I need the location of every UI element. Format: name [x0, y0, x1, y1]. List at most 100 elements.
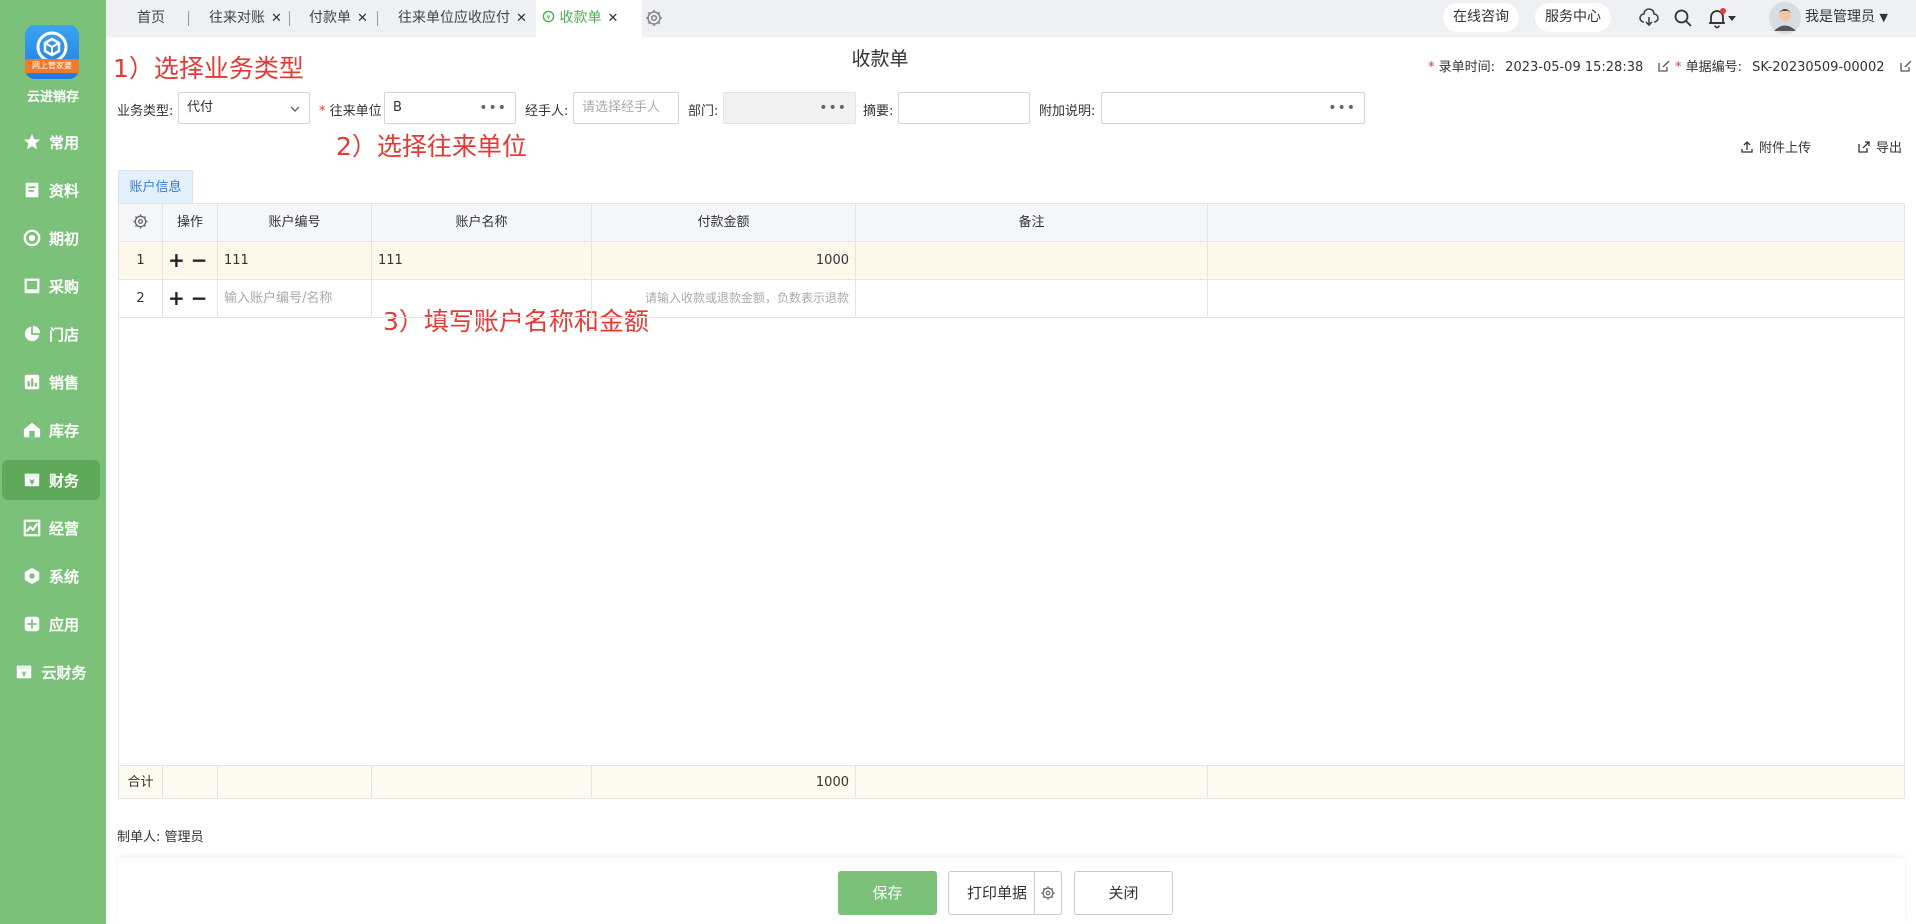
nav-label: 系统 [48, 567, 79, 586]
nav-item-sales[interactable]: 销售 [2, 362, 100, 402]
nav-label: 常用 [48, 133, 79, 152]
nav-label: 经营 [48, 519, 79, 538]
remove-row-icon[interactable]: − [191, 280, 208, 317]
more-icon[interactable]: ••• [479, 93, 507, 123]
cell-blank [1208, 242, 1904, 280]
hint-step-1: 1）选择业务类型 [113, 54, 304, 83]
summary-input[interactable] [898, 92, 1030, 124]
dept-input[interactable]: ••• [723, 92, 856, 124]
biz-type-value: 代付 [187, 100, 214, 115]
export-button[interactable]: 导出 [1857, 137, 1902, 156]
close-icon[interactable]: ✕ [357, 1, 368, 37]
nav-item-data[interactable]: 资料 [2, 170, 100, 210]
nav-item-operation[interactable]: 经营 [2, 508, 100, 548]
bar-chart-icon [24, 374, 40, 390]
tab-payment[interactable]: 付款单 ✕ [303, 0, 374, 37]
tab-reconcile[interactable]: 往来对账 ✕ [203, 0, 288, 37]
sum-cell [1208, 765, 1904, 798]
bell-icon[interactable] [1706, 7, 1728, 29]
nav-label: 云财务 [41, 663, 87, 682]
maker-label: 制单人: [117, 830, 161, 845]
nav-item-store[interactable]: 门店 [2, 314, 100, 354]
record-time-label: 录单时间: [1438, 60, 1496, 75]
tab-receipt[interactable]: ¥ 收款单 ✕ [536, 0, 642, 37]
partner-input[interactable]: B ••• [384, 92, 516, 124]
add-row-icon[interactable]: + [168, 242, 185, 279]
edit-icon[interactable] [1657, 59, 1671, 73]
target-icon [23, 229, 41, 247]
more-icon[interactable]: ••• [1328, 93, 1356, 123]
cloud-download-icon[interactable] [1638, 7, 1660, 29]
print-button[interactable]: 打印单据 [948, 871, 1062, 915]
add-row-icon[interactable]: + [168, 280, 185, 317]
nav-item-inventory[interactable]: 库存 [2, 410, 100, 450]
search-icon[interactable] [1672, 7, 1694, 29]
sum-cell [163, 765, 218, 798]
edit-icon[interactable] [1899, 59, 1913, 73]
nav-item-system[interactable]: 系统 [2, 556, 100, 596]
sum-label: 合计 [119, 765, 163, 798]
more-icon[interactable]: ••• [819, 93, 847, 123]
col-header-ops: 操作 [163, 204, 218, 242]
close-icon[interactable]: ✕ [271, 1, 282, 37]
handler-label: 经手人: [525, 104, 569, 119]
cell-account-code[interactable]: 输入账户编号/名称 [218, 280, 372, 318]
cell-account-code[interactable]: 111 [218, 242, 372, 280]
tab-label: 收款单 [559, 10, 602, 26]
cell-account-name[interactable] [372, 280, 592, 318]
close-icon[interactable]: ✕ [516, 1, 527, 37]
nav-item-finance[interactable]: ¥ 财务 [2, 460, 100, 500]
nav-label: 采购 [48, 277, 79, 296]
star-icon [23, 133, 41, 150]
attach-label: 附件上传 [1759, 141, 1812, 156]
service-center-button[interactable]: 服务中心 [1535, 3, 1611, 32]
close-button[interactable]: 关闭 [1074, 871, 1173, 915]
sum-cell [372, 765, 592, 798]
required-mark: * [1675, 60, 1682, 75]
save-button[interactable]: 保存 [838, 871, 937, 915]
tab-receivable-payable[interactable]: 往来单位应收应付 ✕ [392, 0, 533, 37]
gear-icon[interactable] [643, 7, 665, 29]
extra-input[interactable]: ••• [1101, 92, 1365, 124]
online-consult-button[interactable]: 在线咨询 [1443, 3, 1519, 32]
biz-type-label: 业务类型: [117, 104, 174, 119]
cell-amount[interactable]: 1000 [592, 242, 856, 280]
nav-label: 期初 [48, 229, 79, 248]
tab-account-info[interactable]: 账户信息 [118, 170, 193, 203]
nav-item-purchase[interactable]: 采购 [2, 266, 100, 306]
cell-amount[interactable]: 请输入收款或退款金额，负数表示退款 [592, 280, 856, 318]
tab-label: 付款单 [309, 10, 351, 26]
nav-item-apps[interactable]: 应用 [2, 604, 100, 644]
nav-item-common[interactable]: 常用 [2, 122, 100, 162]
cell-note[interactable] [856, 242, 1208, 280]
print-label: 打印单据 [967, 884, 1028, 902]
nav-label: 应用 [48, 615, 79, 634]
sum-cell [218, 765, 372, 798]
attachment-upload-button[interactable]: 附件上传 [1740, 137, 1811, 156]
trend-icon [23, 519, 41, 537]
tab-label: 首页 [137, 10, 165, 26]
close-icon[interactable]: ✕ [607, 1, 618, 37]
partner-label: * 往来单位 [319, 104, 382, 119]
nav-item-opening[interactable]: 期初 [2, 218, 100, 258]
purchase-icon [24, 278, 40, 294]
handler-input[interactable]: 请选择经手人 [573, 92, 679, 124]
caret-down-icon[interactable] [1726, 7, 1738, 29]
tab-home[interactable]: 首页 [131, 0, 171, 37]
doc-no-label: 单据编号: [1685, 60, 1743, 75]
cell-account-name[interactable]: 111 [372, 242, 592, 280]
avatar[interactable] [1769, 2, 1801, 34]
plus-box-icon [24, 616, 40, 632]
pie-icon [24, 325, 41, 342]
biz-type-select[interactable]: 代付 [178, 92, 310, 124]
user-menu[interactable]: 我是管理员 ▼ [1801, 3, 1892, 32]
nav-label: 资料 [48, 181, 79, 200]
col-header-amount: 付款金额 [592, 204, 856, 242]
cell-note[interactable] [856, 280, 1208, 318]
column-settings[interactable] [119, 204, 163, 242]
remove-row-icon[interactable]: − [191, 242, 208, 279]
nav-item-cloud-finance[interactable]: ¥ 云财务 [2, 652, 100, 692]
print-settings-button[interactable] [1034, 872, 1061, 914]
row-number: 1 [119, 242, 163, 280]
hexagon-gear-icon [24, 567, 40, 585]
